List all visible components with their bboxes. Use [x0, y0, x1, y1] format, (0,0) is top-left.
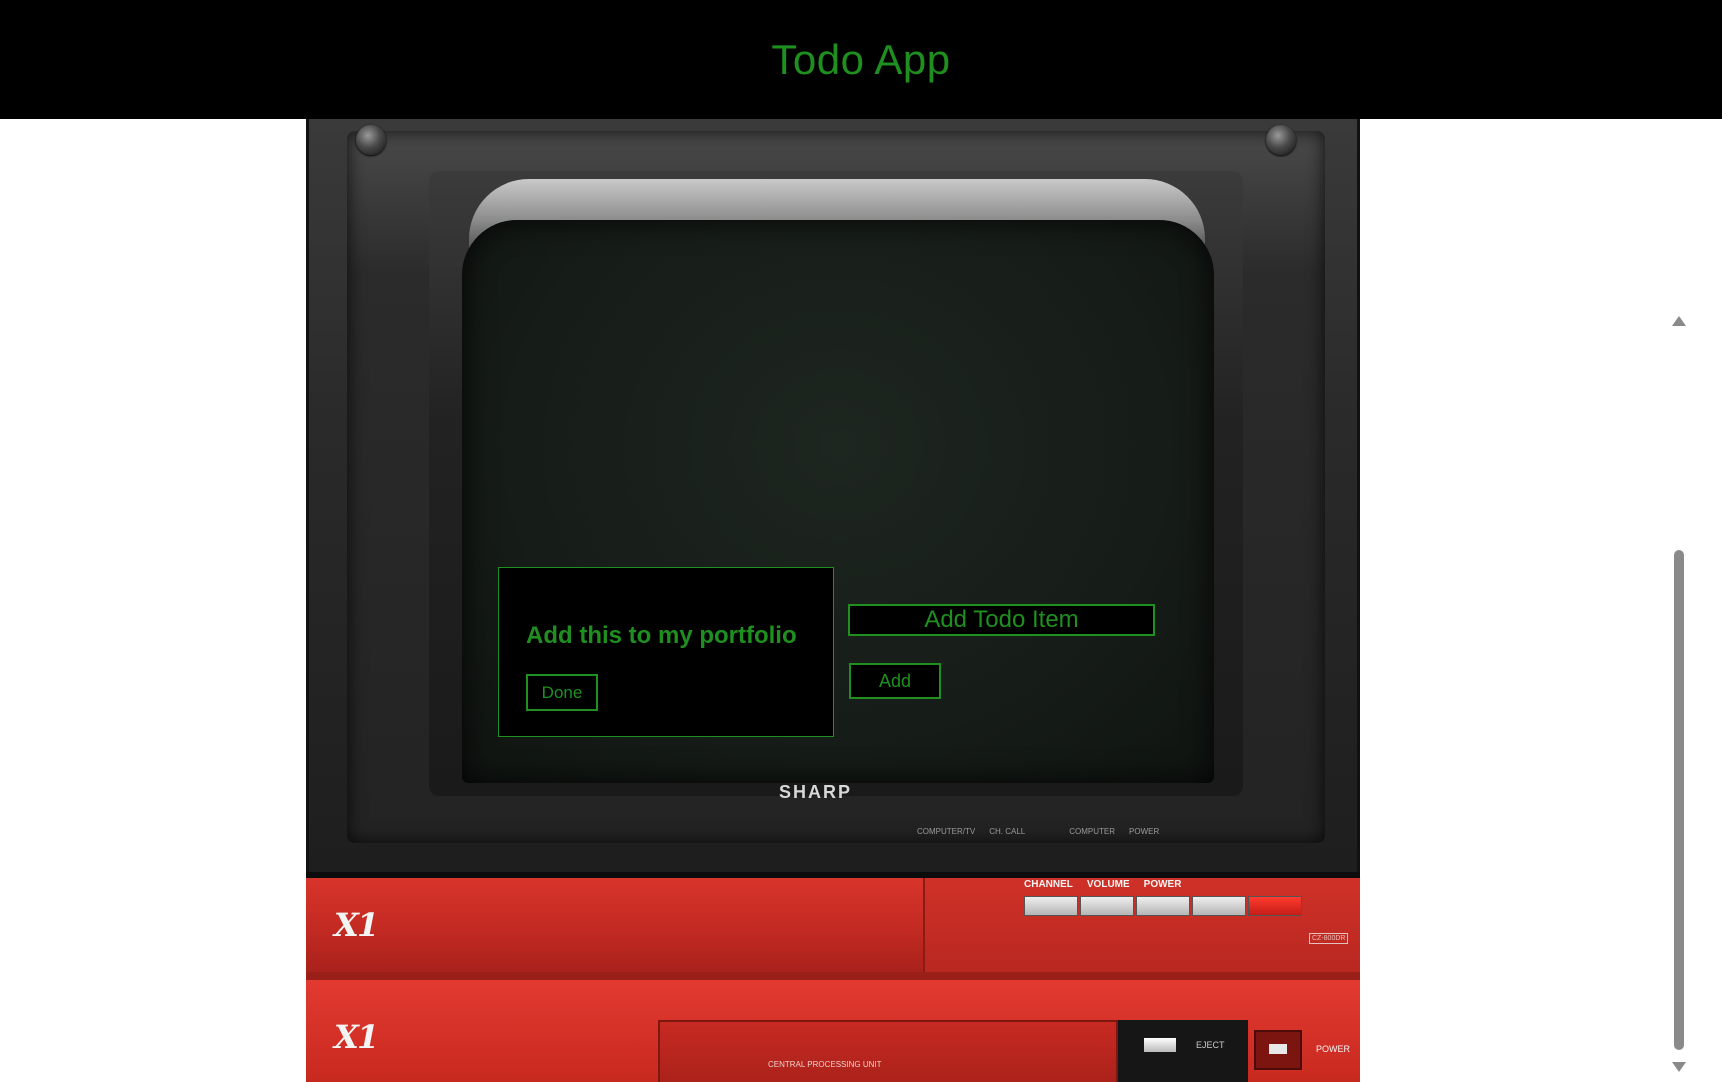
eject-button-graphic: [1144, 1038, 1176, 1052]
cpu-unit: X1 CENTRAL PROCESSING UNIT EJECT POWER: [306, 972, 1360, 1082]
control-label: COMPUTER/TV: [917, 827, 976, 836]
tv-control-panel: [923, 878, 1360, 978]
cpu-label: CENTRAL PROCESSING UNIT: [768, 1060, 882, 1069]
screw-icon: [1266, 125, 1296, 155]
eject-panel: EJECT: [1118, 1020, 1248, 1082]
control-label: COMPUTER: [1069, 827, 1116, 836]
channel-up-key: [1080, 896, 1134, 916]
volume-label: VOLUME: [1086, 879, 1130, 890]
x1-logo: X1: [334, 906, 379, 944]
volume-up-key: [1192, 896, 1246, 916]
page-scrollbar[interactable]: [1668, 316, 1688, 1078]
tv-monitor: SHARP COMPUTER/TV CH. CALL COMPUTER POWE…: [306, 119, 1360, 872]
add-todo-input[interactable]: [848, 604, 1155, 636]
brand-logo: SHARP: [779, 782, 853, 802]
app-title: Todo App: [771, 35, 951, 83]
done-button[interactable]: Done: [526, 674, 598, 711]
model-badge: CZ-800DR: [1309, 933, 1349, 944]
app-header: Todo App: [0, 0, 1722, 119]
x1-logo: X1: [334, 1018, 379, 1056]
cpu-door: CENTRAL PROCESSING UNIT: [658, 1020, 1118, 1082]
tv-base: X1 CHANNEL VOLUME POWER CZ-800DR: [306, 872, 1360, 978]
power-key: [1248, 896, 1302, 916]
page: Todo App SHARP COMPUTER/TV CH. CALL COMP…: [0, 0, 1722, 1082]
screw-icon: [356, 125, 386, 155]
control-label: POWER: [1129, 827, 1160, 836]
power-label: POWER: [1143, 879, 1182, 890]
cpu-power-button-graphic: [1254, 1030, 1302, 1070]
volume-down-key: [1136, 896, 1190, 916]
tv-button-labels: CHANNEL VOLUME POWER: [1024, 879, 1181, 890]
todo-item-text: Add this to my portfolio: [526, 622, 797, 649]
scroll-thumb[interactable]: [1674, 550, 1684, 1050]
eject-label: EJECT: [1196, 1040, 1225, 1050]
triangle-up-icon[interactable]: [1672, 316, 1686, 326]
channel-label: CHANNEL: [1024, 879, 1073, 890]
todo-item-card: Add this to my portfolio Done: [498, 567, 834, 737]
add-button[interactable]: Add: [849, 663, 941, 699]
triangle-down-icon[interactable]: [1672, 1062, 1686, 1072]
tv-control-labels: COMPUTER/TV CH. CALL COMPUTER POWER: [917, 827, 1159, 836]
control-label: CH. CALL: [989, 827, 1026, 836]
channel-down-key: [1024, 896, 1078, 916]
tv-buttons: [1024, 896, 1302, 916]
cpu-power-label: POWER: [1316, 1044, 1351, 1054]
